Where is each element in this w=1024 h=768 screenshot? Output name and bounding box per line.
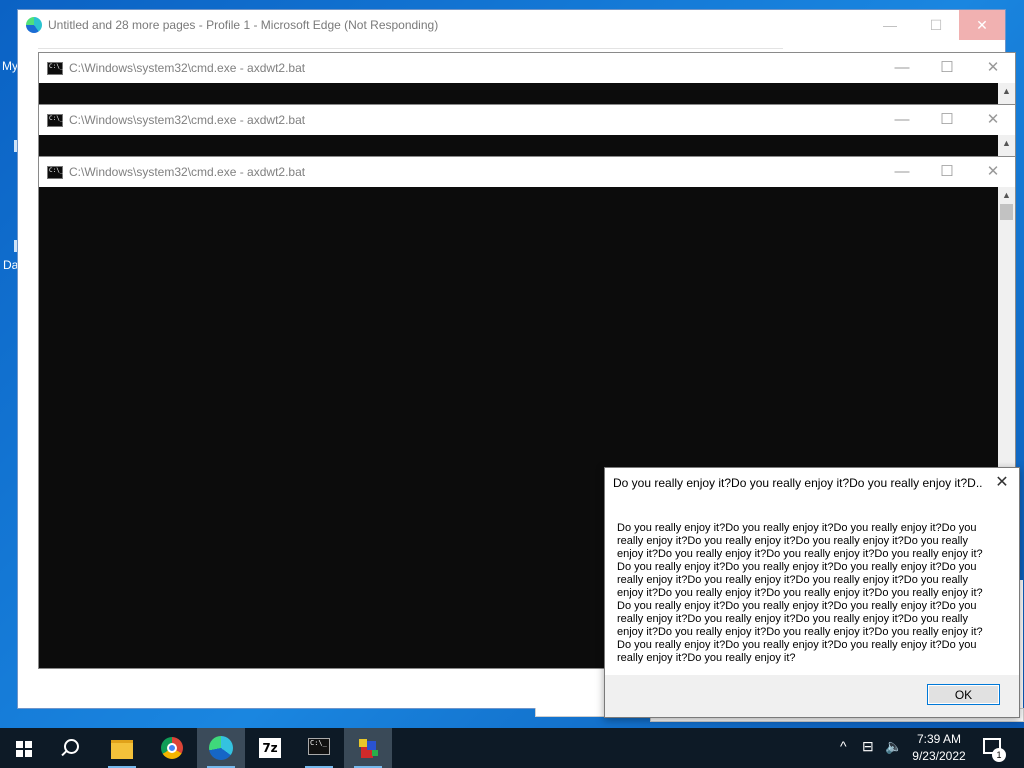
- batch-file-icon: [357, 737, 379, 759]
- windows-logo-icon: [16, 741, 32, 757]
- search-icon: [64, 739, 79, 754]
- folder-icon: [111, 740, 133, 759]
- show-hidden-icons-chevron-icon[interactable]: ^: [840, 738, 847, 754]
- desktop-icon-label[interactable]: Da: [3, 258, 18, 272]
- cmd-scrollbar[interactable]: ▲: [998, 83, 1015, 105]
- scroll-thumb[interactable]: [1000, 204, 1013, 220]
- message-box-text: Do you really enjoy it?Do you really enj…: [617, 522, 983, 664]
- cmd-app-icon: C:\_: [47, 166, 63, 179]
- cmd-window-title: C:\Windows\system32\cmd.exe - axdwt2.bat: [69, 61, 306, 75]
- cmd-window[interactable]: C:\_ C:\Windows\system32\cmd.exe - axdwt…: [38, 104, 1016, 158]
- ok-button[interactable]: OK: [927, 684, 1000, 705]
- edge-window-title: Untitled and 28 more pages - Profile 1 -…: [48, 18, 439, 32]
- cmd-console[interactable]: ▲: [39, 83, 1015, 105]
- taskbar-chrome[interactable]: [148, 728, 196, 768]
- volume-icon[interactable]: 🔈: [885, 738, 902, 755]
- taskbar-7zip[interactable]: 7z: [246, 728, 294, 768]
- taskbar-file-explorer[interactable]: [98, 728, 146, 768]
- terminal-icon: C:\_: [308, 738, 330, 755]
- cmd-title-bar[interactable]: C:\_ C:\Windows\system32\cmd.exe - axdwt…: [39, 157, 1015, 187]
- cmd-app-icon: C:\_: [47, 114, 63, 127]
- cmd-close-button[interactable]: ✕: [970, 157, 1016, 187]
- cmd-minimize-button[interactable]: —: [879, 105, 925, 135]
- notification-count-badge: 1: [992, 748, 1006, 762]
- taskbar: 7z C:\_ ^ ⊟ 🔈 7:39 AM 9/23/2022 1: [0, 728, 1024, 768]
- start-button[interactable]: [0, 728, 48, 768]
- cmd-window-title: C:\Windows\system32\cmd.exe - axdwt2.bat: [69, 165, 306, 179]
- scroll-up-arrow-icon[interactable]: ▲: [998, 135, 1015, 152]
- cmd-window-title: C:\Windows\system32\cmd.exe - axdwt2.bat: [69, 113, 306, 127]
- message-box-close-button[interactable]: ✕: [987, 468, 1017, 498]
- chrome-icon: [161, 737, 183, 759]
- edge-tab-strip: [38, 40, 783, 49]
- message-box-title-bar[interactable]: Do you really enjoy it?Do you really enj…: [605, 468, 1019, 498]
- cmd-close-button[interactable]: ✕: [970, 53, 1016, 83]
- scroll-up-arrow-icon[interactable]: ▲: [998, 187, 1015, 204]
- cmd-maximize-button[interactable]: ☐: [924, 157, 970, 187]
- cmd-minimize-button[interactable]: —: [879, 157, 925, 187]
- taskbar-edge[interactable]: [197, 728, 245, 768]
- cmd-title-bar[interactable]: C:\_ C:\Windows\system32\cmd.exe - axdwt…: [39, 105, 1015, 135]
- edge-title-bar[interactable]: Untitled and 28 more pages - Profile 1 -…: [18, 10, 1005, 40]
- edge-logo-icon: [26, 17, 42, 33]
- system-clock[interactable]: 7:39 AM 9/23/2022: [906, 731, 972, 765]
- cmd-close-button[interactable]: ✕: [970, 105, 1016, 135]
- cmd-app-icon: C:\_: [47, 62, 63, 75]
- clock-time: 7:39 AM: [916, 732, 962, 746]
- cmd-title-bar[interactable]: C:\_ C:\Windows\system32\cmd.exe - axdwt…: [39, 53, 1015, 83]
- edge-icon: [209, 736, 233, 760]
- edge-minimize-button[interactable]: —: [867, 10, 913, 40]
- cmd-maximize-button[interactable]: ☐: [924, 105, 970, 135]
- network-icon[interactable]: ⊟: [862, 738, 874, 755]
- search-button[interactable]: [49, 728, 97, 768]
- edge-maximize-button[interactable]: ☐: [913, 10, 959, 40]
- 7zip-icon: 7z: [259, 738, 281, 758]
- cmd-window[interactable]: C:\_ C:\Windows\system32\cmd.exe - axdwt…: [38, 52, 1016, 106]
- cmd-maximize-button[interactable]: ☐: [924, 53, 970, 83]
- desktop-icon-label[interactable]: My: [2, 59, 18, 73]
- taskbar-batch-file[interactable]: [344, 728, 392, 768]
- clock-date: 9/23/2022: [912, 749, 966, 763]
- cmd-scrollbar[interactable]: ▲: [998, 135, 1015, 157]
- taskbar-cmd[interactable]: C:\_: [295, 728, 343, 768]
- message-box-content: Do you really enjoy it?Do you really enj…: [605, 498, 1019, 675]
- cmd-console[interactable]: ▲: [39, 135, 1015, 157]
- message-box-dialog[interactable]: Do you really enjoy it?Do you really enj…: [604, 467, 1020, 718]
- edge-close-button[interactable]: ✕: [959, 10, 1005, 40]
- cmd-minimize-button[interactable]: —: [879, 53, 925, 83]
- message-box-title: Do you really enjoy it?Do you really enj…: [613, 476, 983, 490]
- scroll-up-arrow-icon[interactable]: ▲: [998, 83, 1015, 100]
